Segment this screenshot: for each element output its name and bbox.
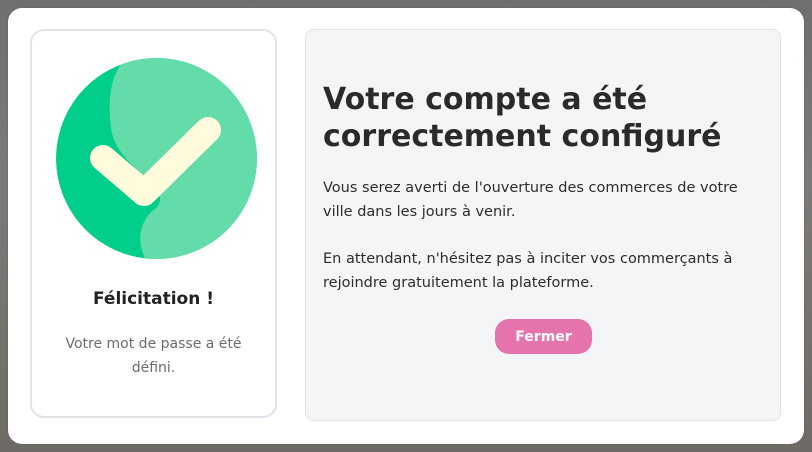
success-title: Félicitation !	[92, 289, 215, 309]
panel-title: Votre compte a été correctement configur…	[323, 82, 722, 154]
success-subtitle: Votre mot de passe a été défini.	[65, 336, 242, 376]
success-modal: Félicitation ! Votre mot de passe a été …	[8, 8, 804, 444]
info-paragraph-1: Vous serez averti de l'ouverture des com…	[323, 180, 738, 220]
info-paragraph-2: En attendant, n'hésitez pas à inciter vo…	[323, 251, 733, 291]
info-panel: Votre compte a été correctement configur…	[305, 29, 781, 421]
close-button[interactable]: Fermer	[495, 319, 592, 354]
check-circle-icon	[56, 58, 257, 259]
success-card: Félicitation ! Votre mot de passe a été …	[30, 29, 277, 418]
